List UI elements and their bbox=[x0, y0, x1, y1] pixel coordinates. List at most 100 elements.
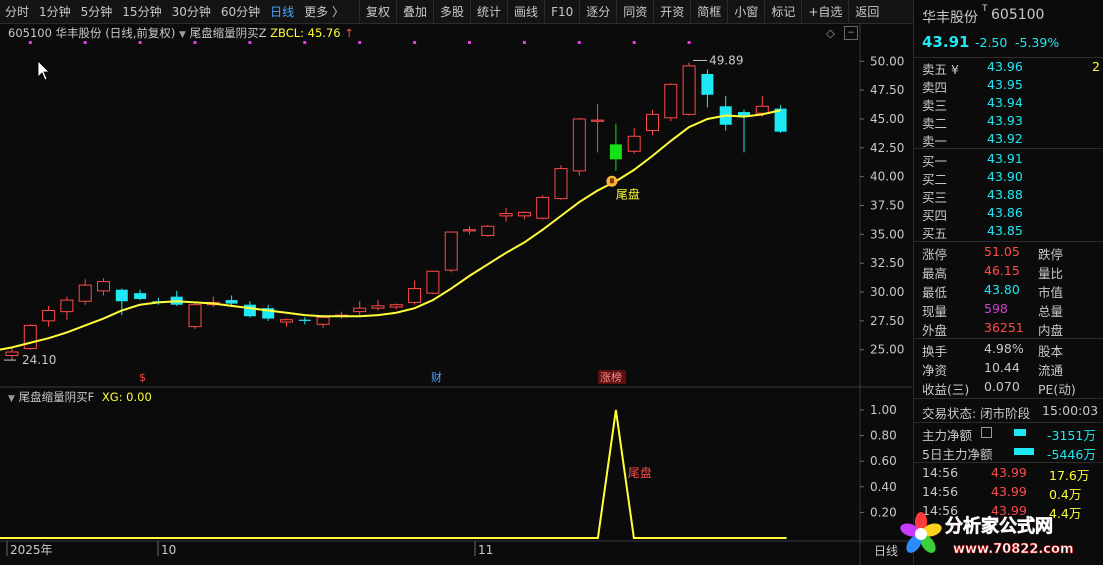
candle-body bbox=[188, 304, 202, 328]
toolbar-button[interactable]: 多股 bbox=[433, 0, 470, 24]
candle-body bbox=[499, 213, 513, 217]
quote-row: 最高 46.15 量比 bbox=[914, 262, 1103, 281]
signal-label: 尾盘 bbox=[616, 186, 640, 201]
period-tab[interactable]: 日线 bbox=[265, 0, 299, 24]
candle-body bbox=[444, 231, 458, 271]
quote-row: 现量 598 总量 bbox=[914, 300, 1103, 319]
quote-row: 收益(三) 0.070 PE(动) bbox=[914, 378, 1103, 397]
main-net-bar bbox=[1014, 429, 1026, 436]
toolbar-button[interactable]: 复权 bbox=[358, 0, 396, 24]
toolbar-button[interactable]: 简框 bbox=[690, 0, 727, 24]
candle-body bbox=[627, 135, 641, 152]
stat-label: 换手 bbox=[922, 344, 948, 359]
stock-name: 华丰股份 bbox=[922, 10, 978, 26]
tick-price: 43.99 bbox=[991, 484, 1027, 499]
toolbar-button[interactable]: 统计 bbox=[470, 0, 507, 24]
toolbar-button[interactable]: 画线 bbox=[507, 0, 544, 24]
period-tab[interactable]: 15分钟 bbox=[117, 0, 166, 24]
candle-body bbox=[738, 112, 750, 116]
period-tab[interactable]: 5分钟 bbox=[76, 0, 118, 24]
bid-label: 买五 bbox=[922, 226, 948, 241]
candle-body bbox=[371, 305, 385, 309]
candle-body bbox=[42, 309, 56, 322]
five-day-label: 5日主力净额 bbox=[922, 447, 993, 462]
toolbar-button[interactable]: 开资 bbox=[653, 0, 690, 24]
sub-axis-label: 1.00 bbox=[870, 403, 897, 417]
stat-label: 量比 bbox=[1038, 266, 1064, 281]
candle-body bbox=[536, 196, 550, 219]
ask-volume: 2 bbox=[1092, 59, 1100, 74]
candle-body bbox=[115, 289, 128, 302]
stat-value: 4.98% bbox=[984, 341, 1024, 356]
toolbar-button[interactable]: 同资 bbox=[616, 0, 653, 24]
stat-label: 股本 bbox=[1038, 344, 1064, 359]
period-tab[interactable]: 分时 bbox=[0, 0, 34, 24]
toolbar-button[interactable]: 返回 bbox=[848, 0, 885, 24]
stat-value: 43.80 bbox=[984, 282, 1020, 297]
sub-indicator-name[interactable]: 尾盘缩量阴买F bbox=[19, 390, 95, 404]
indicator-name[interactable]: 尾盘缩量阴买Z bbox=[190, 26, 267, 40]
toolbar-button[interactable]: F10 bbox=[544, 0, 579, 24]
price-axis-label: 47.50 bbox=[870, 83, 904, 97]
candle-body bbox=[23, 324, 37, 350]
signal-dot bbox=[687, 41, 691, 44]
five-day-bar bbox=[1014, 448, 1034, 455]
signal-dot bbox=[632, 41, 636, 44]
period-tab[interactable]: 30分钟 bbox=[167, 0, 216, 24]
period-tab[interactable]: 60分钟 bbox=[216, 0, 265, 24]
diamond-icon[interactable]: ◇ bbox=[826, 26, 835, 40]
stat-value: 46.15 bbox=[984, 263, 1020, 278]
period-tab[interactable]: 更多 〉 bbox=[299, 0, 349, 24]
dropdown-icon[interactable]: ▼ bbox=[8, 394, 15, 404]
candle-body bbox=[389, 304, 403, 308]
quote-row: 卖二 43.93 bbox=[914, 112, 1103, 131]
sub-axis-label: 0.60 bbox=[870, 454, 897, 468]
toolbar-button[interactable]: 小窗 bbox=[727, 0, 764, 24]
toolbar-buttons: 复权 叠加 多股 统计 画线 F10 逐分 同资 开资 简框 小窗 标记 +自选 返回 bbox=[358, 0, 885, 24]
quote-row: 卖一 43.92 bbox=[914, 130, 1103, 149]
candle-body bbox=[701, 73, 714, 95]
date-label: 10 bbox=[161, 543, 176, 557]
candle-body bbox=[408, 288, 422, 303]
signal-dot bbox=[28, 41, 32, 44]
price-axis-label: 50.00 bbox=[870, 54, 904, 68]
watermark-title: 分析家公式网 bbox=[945, 515, 1053, 537]
zbcl-value: ZBCL: 45.76 bbox=[270, 26, 341, 40]
candle-body bbox=[60, 299, 74, 313]
stat-label: 外盘 bbox=[922, 323, 948, 338]
date-label: 2025年 bbox=[10, 543, 53, 557]
toolbar-button[interactable]: +自选 bbox=[801, 0, 848, 24]
quote-row: 买三 43.88 bbox=[914, 186, 1103, 205]
candle-body bbox=[609, 144, 622, 160]
quote-row: 最低 43.80 市值 bbox=[914, 281, 1103, 300]
bid-price: 43.88 bbox=[987, 187, 1023, 202]
candle-body bbox=[5, 351, 19, 356]
period-tabs: 分时 1分钟 5分钟 15分钟 30分钟 60分钟 日线 更多 〉 bbox=[0, 0, 349, 24]
five-day-value: -5446万 bbox=[1047, 447, 1096, 462]
kline-chart[interactable]: 50.00 47.50 45.00 42.50 40.00 37.50 35.00 32.50… bbox=[0, 24, 912, 565]
candle-body bbox=[463, 229, 476, 232]
sub-axis-label: 0.40 bbox=[870, 480, 897, 494]
doc-icon[interactable] bbox=[981, 427, 992, 438]
candle-body bbox=[134, 293, 147, 299]
candle-body bbox=[316, 316, 330, 325]
quote-row: 换手 4.98% 股本 bbox=[914, 340, 1103, 359]
stat-value: 10.44 bbox=[984, 360, 1020, 375]
status-time: 15:00:03 bbox=[1042, 403, 1099, 418]
stat-label: 最低 bbox=[922, 285, 948, 300]
price-change: -2.50 bbox=[975, 35, 1008, 50]
main-net-label: 主力净额 bbox=[922, 428, 973, 443]
toolbar-button[interactable]: 标记 bbox=[764, 0, 801, 24]
period-tab[interactable]: 1分钟 bbox=[34, 0, 76, 24]
toolbar-button[interactable]: 叠加 bbox=[396, 0, 433, 24]
high-label: 49.89 bbox=[709, 53, 743, 67]
stat-label: 收益(三) bbox=[922, 382, 970, 397]
signal-dot bbox=[413, 41, 417, 44]
stat-value: 51.05 bbox=[984, 244, 1020, 259]
collapse-icon[interactable]: − bbox=[844, 26, 858, 40]
toolbar-button[interactable]: 逐分 bbox=[579, 0, 616, 24]
signal-dot bbox=[193, 41, 197, 44]
price-axis-label: 35.00 bbox=[870, 227, 904, 241]
sub-legend: ▼ 尾盘缩量阴买F XG: 0.00 bbox=[8, 389, 152, 405]
dropdown-icon[interactable]: ▼ bbox=[179, 30, 186, 40]
